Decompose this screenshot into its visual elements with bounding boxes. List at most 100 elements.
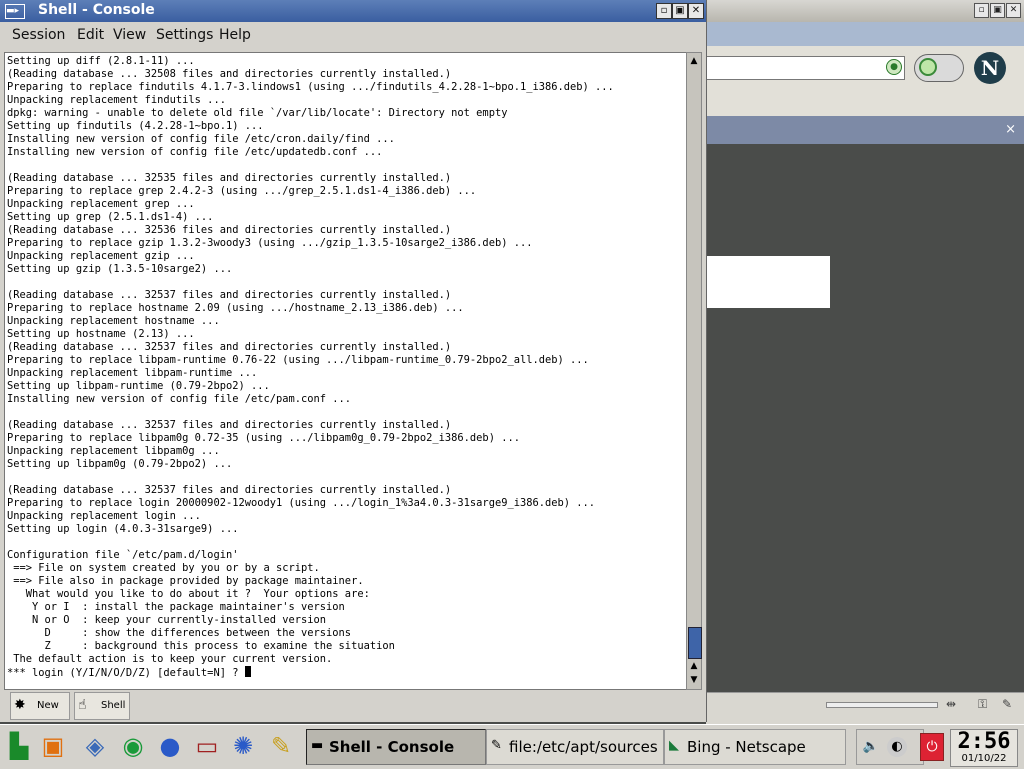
maximize-icon[interactable]: ▣ — [672, 3, 688, 19]
clock[interactable]: 2:56 01/10/22 — [950, 729, 1018, 767]
close-tab-icon[interactable]: × — [1005, 122, 1016, 137]
terminal-line: (Reading database ... 32535 files and di… — [7, 172, 452, 184]
close-icon[interactable]: ✕ — [1006, 3, 1021, 18]
window-title: Shell - Console — [38, 2, 155, 18]
clock-time: 2:56 — [957, 729, 1011, 754]
clock-date: 01/10/22 — [961, 753, 1007, 764]
terminal-line: Setting up hostname (2.13) ... — [7, 328, 195, 340]
power-icon[interactable]: ⏻ — [920, 733, 944, 761]
terminal-scrollbar[interactable]: ▲ ▲ ▼ — [686, 52, 702, 690]
url-field[interactable] — [704, 56, 905, 80]
tab-shell[interactable]: ☝ Shell — [74, 692, 130, 720]
scroll-up-icon[interactable]: ▲ — [688, 660, 700, 672]
software-icon[interactable]: ✺ — [228, 729, 258, 763]
netscape-content — [706, 144, 1024, 692]
terminal-line: N or O : keep your currently-installed v… — [7, 614, 327, 626]
menu-view[interactable]: View — [113, 27, 146, 43]
terminal-line: Preparing to replace libpam-runtime 0.76… — [7, 354, 589, 366]
window-menu-icon[interactable]: ▬▸ — [5, 4, 25, 19]
close-icon[interactable]: ✕ — [688, 3, 704, 19]
progress-bar — [826, 702, 938, 708]
console-window: ▬▸ Shell - Console ▫ ▣ ✕ Session Edit Vi… — [0, 0, 707, 722]
component-icon[interactable]: ✎ — [1002, 697, 1020, 711]
maximize-icon[interactable]: ▣ — [990, 3, 1005, 18]
editor-icon: ✎ — [491, 738, 502, 753]
network-icon[interactable]: ◐ — [887, 737, 907, 757]
console-titlebar[interactable]: ▬▸ Shell - Console ▫ ▣ ✕ — [0, 0, 706, 22]
menu-session[interactable]: Session — [12, 27, 65, 43]
search-button[interactable] — [914, 54, 964, 82]
terminal-line: Y or I : install the package maintainer'… — [7, 601, 345, 613]
content-panel — [706, 256, 830, 308]
search-icon — [919, 58, 937, 76]
scrollbar-thumb[interactable] — [688, 627, 702, 659]
package-icon[interactable]: ◈ — [80, 729, 110, 763]
task-sources-list[interactable]: ✎ file:/etc/apt/sources.list — [486, 729, 664, 765]
terminal-line: (Reading database ... 32537 files and di… — [7, 289, 452, 301]
life-vest-icon[interactable]: ▣ — [38, 729, 68, 763]
scroll-up-icon[interactable]: ▲ — [688, 55, 700, 67]
terminal-line: Setting up libpam0g (0.79-2bpo2) ... — [7, 458, 233, 470]
terminal-line: ==> File also in package provided by pac… — [7, 575, 364, 587]
terminal-line: Installing new version of config file /e… — [7, 146, 383, 158]
taskbar: ▙ ▣ ◈ ◉ ● ▭ ✺ ✎ ▬ Shell - Console ✎ file… — [0, 724, 1024, 769]
kde-menu-icon[interactable]: ▙ — [4, 729, 34, 763]
netscape-tabbar: × — [706, 116, 1024, 144]
netscape-icon: ◣ — [669, 738, 679, 753]
terminal-line: Installing new version of config file /e… — [7, 393, 352, 405]
terminal-line: Preparing to replace libpam0g 0.72-35 (u… — [7, 432, 520, 444]
task-shell-console[interactable]: ▬ Shell - Console — [306, 729, 486, 765]
terminal-line: Installing new version of config file /e… — [7, 133, 395, 145]
scroll-down-icon[interactable]: ▼ — [688, 674, 700, 686]
terminal-line: Setting up diff (2.8.1-11) ... — [7, 55, 195, 67]
shell-icon: ☝ — [78, 697, 87, 713]
runner-icon[interactable]: ◉ — [118, 729, 148, 763]
terminal-line: Preparing to replace hostname 2.09 (usin… — [7, 302, 464, 314]
terminal-icon: ▬ — [311, 738, 324, 753]
terminal-area[interactable]: Setting up diff (2.8.1-11) ... (Reading … — [4, 52, 687, 690]
netscape-window: ▫ ▣ ✕ ● N × ⇹ ⚿ ✎ — [704, 0, 1024, 725]
menu-help[interactable]: Help — [219, 27, 251, 43]
security-icon[interactable]: ⚿ — [978, 697, 996, 711]
task-bing-netscape[interactable]: ◣ Bing - Netscape — [664, 729, 846, 765]
netscape-logo[interactable]: N — [974, 52, 1006, 84]
terminal-line: Unpacking replacement findutils ... — [7, 94, 226, 106]
connection-icon: ⇹ — [946, 697, 957, 711]
terminal-line: Preparing to replace findutils 4.1.7-3.l… — [7, 81, 614, 93]
tools-icon[interactable]: ▭ — [192, 729, 222, 763]
terminal-line: The default action is to keep your curre… — [7, 653, 333, 665]
terminal-line: Setting up gzip (1.3.5-10sarge2) ... — [7, 263, 233, 275]
terminal-line: dpkg: warning - unable to delete old fil… — [7, 107, 508, 119]
menu-edit[interactable]: Edit — [77, 27, 104, 43]
new-session-icon: ✸ — [14, 697, 26, 713]
terminal-line: Setting up login (4.0.3-31sarge9) ... — [7, 523, 239, 535]
menu-settings[interactable]: Settings — [156, 27, 213, 43]
terminal-line: (Reading database ... 32508 files and di… — [7, 68, 452, 80]
netscape-toolbar: ● N — [704, 46, 1024, 117]
terminal-line: Z : background this process to examine t… — [7, 640, 395, 652]
terminal-line: What would you like to do about it ? You… — [7, 588, 370, 600]
globe-icon[interactable]: ● — [155, 729, 185, 763]
minimize-icon[interactable]: ▫ — [974, 3, 989, 18]
menubar: Session Edit View Settings Help — [0, 22, 706, 50]
minimize-icon[interactable]: ▫ — [656, 3, 672, 19]
terminal-line: (Reading database ... 32537 files and di… — [7, 484, 452, 496]
terminal-line: Unpacking replacement libpam0g ... — [7, 445, 220, 457]
new-session-button[interactable]: ✸ New — [10, 692, 70, 720]
text-cursor — [244, 666, 251, 677]
terminal-line: Setting up libpam-runtime (0.79-2bpo2) .… — [7, 380, 270, 392]
terminal-line: Setting up findutils (4.2.28-1~bpo.1) ..… — [7, 120, 264, 132]
terminal-line: *** login (Y/I/N/O/D/Z) [default=N] ? — [7, 667, 245, 679]
volume-icon[interactable]: 🔈 — [861, 737, 881, 757]
terminal-line: Unpacking replacement libpam-runtime ... — [7, 367, 258, 379]
terminal-output: Setting up diff (2.8.1-11) ... (Reading … — [5, 53, 686, 680]
terminal-line: Unpacking replacement hostname ... — [7, 315, 220, 327]
netscape-titlebar[interactable]: ▫ ▣ ✕ — [706, 0, 1024, 23]
netscape-statusbar: ⇹ ⚿ ✎ — [706, 692, 1024, 725]
terminal-line: Configuration file `/etc/pam.d/login' — [7, 549, 239, 561]
terminal-line: (Reading database ... 32537 files and di… — [7, 419, 452, 431]
clean-icon[interactable]: ✎ — [266, 729, 296, 763]
go-icon[interactable]: ● — [886, 59, 902, 75]
terminal-line: Unpacking replacement gzip ... — [7, 250, 195, 262]
terminal-line: Preparing to replace gzip 1.3.2-3woody3 … — [7, 237, 533, 249]
